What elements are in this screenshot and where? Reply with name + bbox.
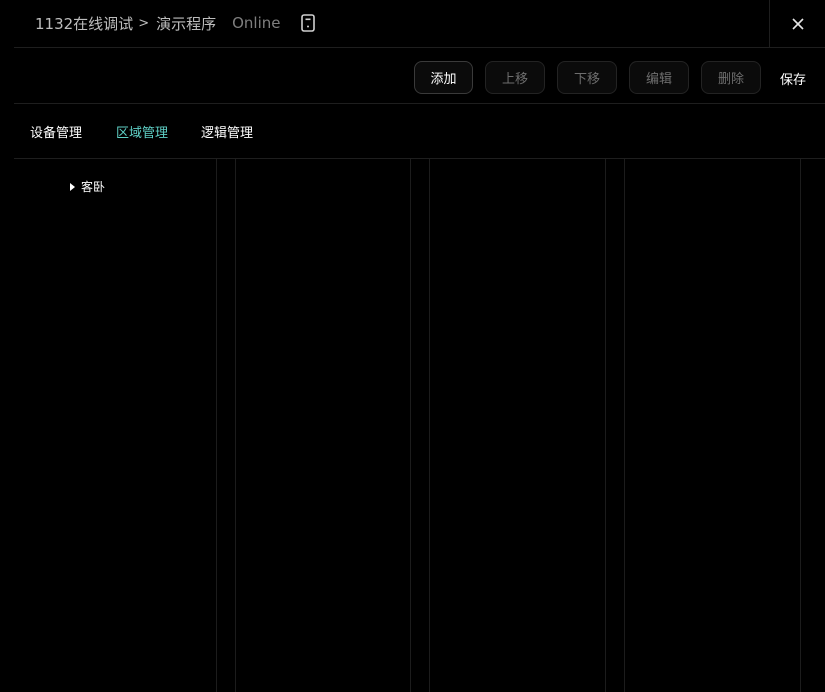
column-divider [800, 159, 801, 692]
toolbar: 添加 上移 下移 编辑 删除 保存 [14, 48, 825, 104]
breadcrumb-program: 演示程序 [156, 14, 217, 33]
breadcrumb: 1132在线调试 > 演示程序 Online [35, 11, 317, 35]
delete-button[interactable]: 删除 [701, 61, 761, 94]
column-divider [624, 159, 625, 692]
tab-region-management[interactable]: 区域管理 [116, 122, 168, 141]
tab-logic-management[interactable]: 逻辑管理 [201, 122, 253, 141]
tablet-icon[interactable] [299, 13, 317, 33]
column-divider [429, 159, 430, 692]
panel-header: 1132在线调试 > 演示程序 Online [14, 0, 825, 48]
app-window: 1132在线调试 > 演示程序 Online 添加 上移 下移 编辑 删除 保存… [0, 0, 825, 692]
edit-button[interactable]: 编辑 [629, 61, 689, 94]
column-divider [235, 159, 236, 692]
caret-right-icon[interactable] [70, 182, 75, 191]
breadcrumb-separator: > [138, 15, 150, 31]
left-edge [0, 0, 14, 692]
breadcrumb-project[interactable]: 1132在线调试 [35, 13, 133, 34]
connection-status: Online [232, 14, 281, 32]
close-button[interactable] [769, 0, 825, 48]
add-button[interactable]: 添加 [414, 61, 473, 94]
column-divider [605, 159, 606, 692]
region-columns: 客卧 [14, 159, 825, 692]
close-icon [791, 18, 804, 30]
tree-item-label: 客卧 [81, 180, 106, 194]
region-management-panel: 1132在线调试 > 演示程序 Online 添加 上移 下移 编辑 删除 保存… [14, 0, 825, 692]
move-up-button[interactable]: 上移 [485, 61, 545, 94]
save-button[interactable]: 保存 [780, 69, 806, 88]
move-down-button[interactable]: 下移 [557, 61, 617, 94]
tree-item[interactable]: 客卧 [70, 178, 105, 195]
column-divider [216, 159, 217, 692]
column-divider [410, 159, 411, 692]
tab-bar: 设备管理 区域管理 逻辑管理 [14, 104, 825, 159]
tab-device-management[interactable]: 设备管理 [30, 122, 82, 141]
